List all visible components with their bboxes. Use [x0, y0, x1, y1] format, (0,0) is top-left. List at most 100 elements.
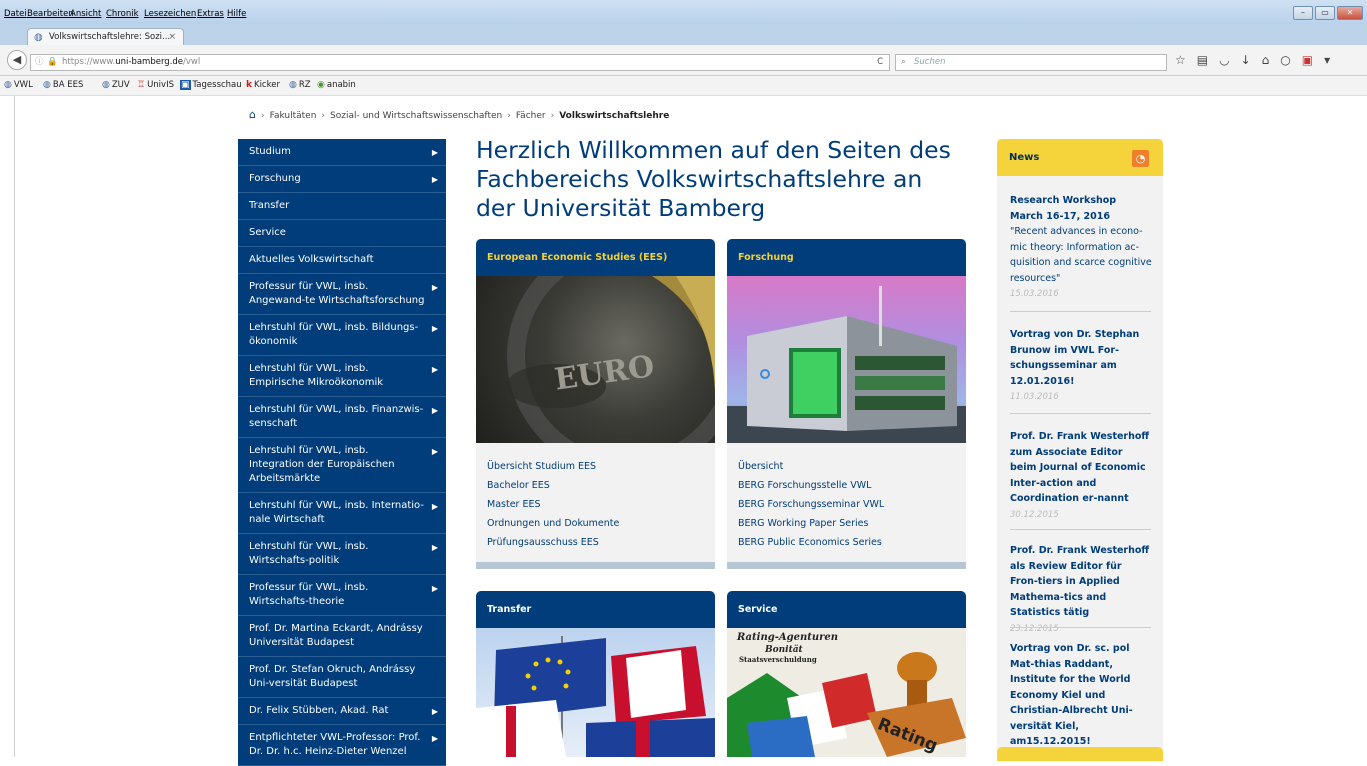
link-pruefungsausschuss-ees[interactable]: Prüfungsausschuss EES [487, 533, 715, 552]
breadcrumb-link[interactable]: Fakultäten [270, 111, 317, 121]
arrow-right-icon: ▶ [432, 732, 438, 746]
news-title: News [1009, 152, 1039, 163]
card-ees: European Economic Studies (EES) EURO Übe… [476, 239, 715, 569]
link-master-ees[interactable]: Master EES [487, 495, 715, 514]
building-image[interactable] [727, 276, 966, 443]
flags-image[interactable] [476, 628, 715, 757]
sidebar-item-aktuelles[interactable]: Aktuelles Volkswirtschaft [238, 247, 446, 274]
sidebar-item-wirtschaftstheorie[interactable]: Professur für VWL, insb. Wirtschafts-the… [238, 575, 446, 616]
main-content: Herzlich Willkommen auf den Seiten des F… [476, 136, 966, 223]
menu-ansicht[interactable]: Ansicht [70, 9, 101, 19]
overflow-menu-icon[interactable]: ▾ [1324, 53, 1330, 67]
sidebar-item-forschung[interactable]: Forschung▶ [238, 166, 446, 193]
link-uebersicht-studium-ees[interactable]: Übersicht Studium EES [487, 457, 715, 476]
bookmark-kicker[interactable]: kKicker [246, 80, 280, 90]
card-title[interactable]: Forschung [727, 239, 966, 276]
link-ordnungen-dokumente[interactable]: Ordnungen und Dokumente [487, 514, 715, 533]
news-item[interactable]: Research Workshop March 16-17, 2016 "Rec… [1010, 193, 1152, 303]
card-title[interactable]: Transfer [476, 591, 715, 628]
news-item-date: 15.03.2016 [1010, 287, 1152, 303]
news-item-title[interactable]: Vortrag von Dr. Stephan Brunow im VWL Fo… [1010, 327, 1152, 389]
bookmark-anabin[interactable]: ◉anabin [317, 80, 356, 90]
bookmark-univis[interactable]: ♖UnivIS [137, 80, 174, 90]
bookmark-vwl[interactable]: ◍VWL [4, 80, 33, 90]
maximize-button[interactable]: ▭ [1315, 6, 1335, 20]
bookmark-zuv[interactable]: ◍ZUV [102, 80, 130, 90]
breadcrumb-link[interactable]: Sozial- und Wirtschaftswissenschaften [330, 111, 502, 121]
sidebar-item-service[interactable]: Service [238, 220, 446, 247]
address-bar[interactable]: ⓘ 🔒 https://www.uni-bamberg.de/vwl C [30, 54, 890, 71]
home-icon[interactable]: ⌂ [1262, 53, 1270, 67]
close-tab-icon[interactable]: × [168, 29, 176, 46]
sidebar-item-integration-arbeitsmaerkte[interactable]: Lehrstuhl für VWL, insb. Integration der… [238, 438, 446, 493]
sidebar-item-bildungsoekonomik[interactable]: Lehrstuhl für VWL, insb. Bildungs-ökonom… [238, 315, 446, 356]
link-berg-forschungsstelle[interactable]: BERG Forschungsstelle VWL [738, 476, 966, 495]
news-item[interactable]: Vortrag von Dr. Stephan Brunow im VWL Fo… [1010, 327, 1152, 406]
link-bachelor-ees[interactable]: Bachelor EES [487, 476, 715, 495]
news-item[interactable]: Prof. Dr. Frank Westerhoff zum Associate… [1010, 429, 1152, 523]
sidebar-item-internationale-wirtschaft[interactable]: Lehrstuhl für VWL, insb. Internatio-nale… [238, 493, 446, 534]
menu-datei[interactable]: Datei [4, 9, 27, 19]
reload-icon[interactable]: C [877, 55, 883, 70]
menu-chronik[interactable]: Chronik [106, 9, 139, 19]
news-item-title[interactable]: Research Workshop March 16-17, 2016 [1010, 193, 1152, 224]
lock-icon: 🔒 [47, 55, 58, 70]
rss-icon[interactable]: ◔ [1132, 150, 1149, 167]
bookmark-ba-ees[interactable]: ◍BA EES [43, 80, 83, 90]
bookmark-tagesschau[interactable]: ▣Tagesschau [180, 80, 242, 90]
sidebar-item-okruch[interactable]: Prof. Dr. Stefan Okruch, Andrássy Uni-ve… [238, 657, 446, 698]
news-item-title[interactable]: Prof. Dr. Frank Westerhoff zum Associate… [1010, 429, 1152, 507]
globe-icon: ◍ [102, 80, 110, 90]
sidebar-item-stuebben[interactable]: Dr. Felix Stübben, Akad. Rat▶ [238, 698, 446, 725]
menu-lesezeichen[interactable]: Lesezeichen [144, 9, 196, 19]
news-item-title[interactable]: Prof. Dr. Frank Westerhoff als Review Ed… [1010, 543, 1152, 621]
reading-list-icon[interactable]: ▤ [1197, 53, 1208, 67]
card-title[interactable]: Service [727, 591, 966, 628]
chat-icon[interactable]: ○ [1280, 53, 1290, 67]
sidebar-item-wenzel[interactable]: Entpflichteter VWL-Professor: Prof. Dr. … [238, 725, 446, 766]
bookmark-label: Tagesschau [193, 80, 242, 90]
browser-tab[interactable]: ◍ Volkswirtschaftslehre: Sozi... × [27, 28, 184, 46]
bookmark-star-icon[interactable]: ☆ [1175, 53, 1186, 67]
menu-bearbeiten[interactable]: Bearbeiten [27, 9, 74, 19]
link-berg-forschungsseminar[interactable]: BERG Forschungsseminar VWL [738, 495, 966, 514]
sidebar-item-empirische-mikrooekonomik[interactable]: Lehrstuhl für VWL, insb. Empirische Mikr… [238, 356, 446, 397]
card-title[interactable]: European Economic Studies (EES) [476, 239, 715, 276]
news-item-title[interactable]: Vortrag von Dr. sc. pol Mat-thias Raddan… [1010, 641, 1152, 750]
breadcrumb: ⌂›Fakultäten›Sozial- und Wirtschaftswiss… [249, 108, 669, 121]
news-panel: News ◔ Research Workshop March 16-17, 20… [997, 139, 1163, 759]
sidebar-item-finanzwissenschaft[interactable]: Lehrstuhl für VWL, insb. Finanzwis-sensc… [238, 397, 446, 438]
breadcrumb-link[interactable]: Fächer [516, 111, 546, 121]
download-icon[interactable]: ↓ [1241, 53, 1251, 67]
menu-hilfe[interactable]: Hilfe [227, 9, 246, 19]
euro-coin-image[interactable]: EURO [476, 276, 715, 443]
tab-title: Volkswirtschaftslehre: Sozi... [49, 29, 170, 46]
link-berg-working-paper[interactable]: BERG Working Paper Series [738, 514, 966, 533]
close-window-button[interactable]: ✕ [1337, 6, 1363, 20]
sidebar-item-studium[interactable]: Studium▶ [238, 139, 446, 166]
anabin-icon: ◉ [317, 80, 325, 90]
sidebar-nav: Studium▶ Forschung▶ Transfer Service Akt… [238, 139, 446, 766]
globe-icon: ◍ [4, 80, 12, 90]
search-bar[interactable]: ⌕ Suchen [895, 54, 1167, 71]
link-uebersicht[interactable]: Übersicht [738, 457, 966, 476]
minimize-button[interactable]: – [1293, 6, 1313, 20]
sidebar-item-wirtschaftspolitik[interactable]: Lehrstuhl für VWL, insb. Wirtschafts-pol… [238, 534, 446, 575]
rating-stamp-image[interactable]: Rating-Agenturen Bonität Staatsverschuld… [727, 628, 966, 757]
back-button[interactable]: ◀ [7, 50, 27, 70]
forschung-links: Übersicht BERG Forschungsstelle VWL BERG… [727, 443, 966, 552]
news-item[interactable]: Prof. Dr. Frank Westerhoff als Review Ed… [1010, 543, 1152, 637]
arrow-right-icon: ▶ [432, 404, 438, 418]
home-icon[interactable]: ⌂ [249, 108, 256, 121]
sidebar-item-eckardt[interactable]: Prof. Dr. Martina Eckardt, Andrássy Univ… [238, 616, 446, 657]
sidebar-item-angewandte-wirtschaftsforschung[interactable]: Professur für VWL, insb. Angewand-te Wir… [238, 274, 446, 315]
arrow-right-icon: ▶ [432, 500, 438, 514]
sidebar-item-transfer[interactable]: Transfer [238, 193, 446, 220]
menu-extras[interactable]: Extras [197, 9, 224, 19]
card-footer [476, 562, 715, 569]
info-icon[interactable]: ⓘ [35, 55, 44, 70]
pocket-icon[interactable]: ◡ [1219, 53, 1229, 67]
addon-icon[interactable]: ▣ [1302, 53, 1313, 67]
bookmark-rz[interactable]: ◍RZ [289, 80, 311, 90]
link-berg-public-economics[interactable]: BERG Public Economics Series [738, 533, 966, 552]
